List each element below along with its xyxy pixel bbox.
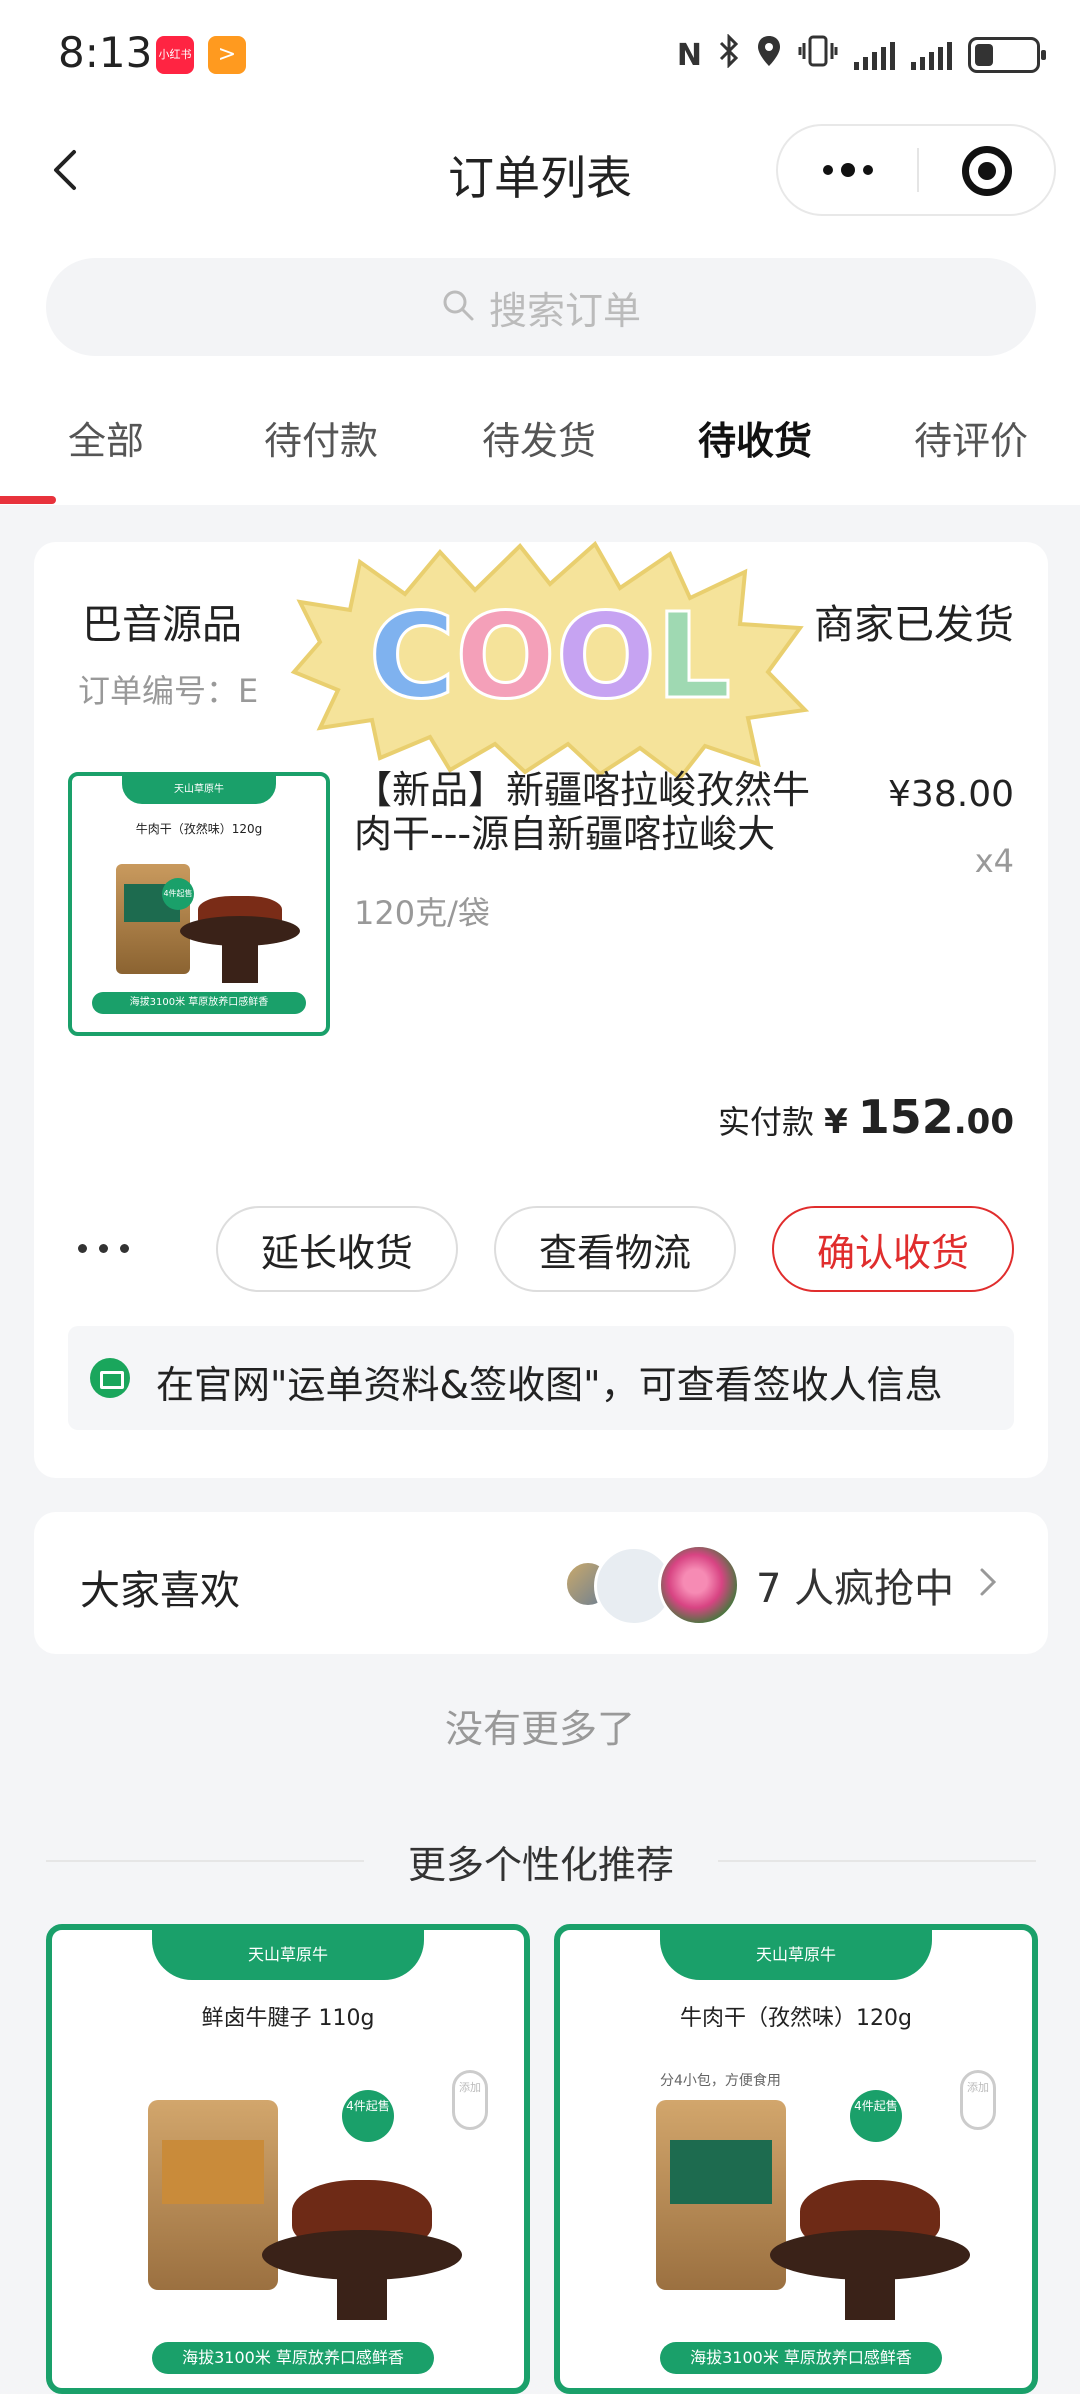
rec-bag — [656, 2100, 786, 2290]
paid-label: 实付款 — [718, 1103, 815, 1141]
rec-stand — [845, 2270, 895, 2320]
signal-icon-2 — [911, 40, 952, 70]
product-image[interactable]: 天山草原牛 牛肉干（孜然味）120g 4件起售 海拔3100米 草原放养口感鲜香 — [68, 772, 330, 1036]
rec-badge: 4件起售 — [850, 2090, 902, 2142]
search-icon — [441, 288, 475, 326]
sticker-text: COOL — [369, 587, 731, 725]
status-bar: 8:13 小红书 > N — [0, 20, 1080, 90]
status-time: 8:13 — [58, 28, 153, 77]
thumb-title: 牛肉干（孜然味）120g — [135, 822, 263, 836]
xiaohongshu-icon: 小红书 — [156, 36, 194, 74]
app-notification-icon: > — [208, 36, 246, 74]
order-card[interactable]: 巴音源品 商家已发货 订单编号：E COOL 天山草原牛 牛肉干（孜然味）120… — [34, 540, 1048, 1478]
signal-icon — [854, 40, 895, 70]
rec-stand — [337, 2270, 387, 2320]
more-menu-icon[interactable] — [778, 126, 918, 214]
no-more-text: 没有更多了 — [444, 1707, 635, 1751]
recommend-card[interactable]: 天山草原牛 牛肉干（孜然味）120g 分4小包，方便食用 4件起售 添加 海拔3… — [554, 1924, 1038, 2394]
nfc-icon: N — [676, 37, 702, 73]
paid-integer: 152 — [857, 1090, 954, 1144]
rec-bag — [148, 2100, 278, 2290]
extend-receipt-button[interactable]: 延长收货 — [216, 1206, 458, 1292]
tab-pending-shipment[interactable]: 待发货 — [482, 410, 596, 465]
rec-brand: 天山草原牛 — [152, 1930, 424, 1980]
rec-title: 鲜卤牛腱子 110g — [201, 2006, 375, 2031]
order-status: 商家已发货 — [814, 602, 1014, 648]
sticker-letter: C — [369, 587, 456, 725]
paid-amount: 实付款 ¥ 152 .00 — [718, 1090, 1014, 1144]
thumb-badge: 4件起售 — [162, 878, 194, 910]
search-placeholder: 搜索订单 — [488, 288, 641, 333]
product-price: ¥38.00 — [888, 774, 1014, 815]
bluetooth-icon — [718, 33, 740, 76]
product-name[interactable]: 【新品】新疆喀拉峻孜然牛肉干---源自新疆喀拉峻大 — [354, 768, 844, 856]
rec-subtitle: 分4小包，方便食用 — [660, 2073, 781, 2089]
tab-pending-receipt[interactable]: 待收货 — [698, 410, 812, 465]
rec-title: 牛肉干（孜然味）120g — [680, 2006, 912, 2031]
rec-tag: 添加 — [960, 2070, 996, 2130]
sticker-letter: O — [556, 587, 656, 725]
rec-tag: 添加 — [452, 2070, 488, 2130]
chevron-right-icon — [970, 1564, 1006, 1600]
tab-pending-payment[interactable]: 待付款 — [264, 410, 378, 465]
everyone-likes-card[interactable]: 大家喜欢 7 人疯抢中 — [34, 1512, 1048, 1654]
product-spec: 120克/袋 — [354, 894, 490, 932]
nav-bar: 订单列表 — [0, 120, 1080, 220]
rec-badge: 4件起售 — [342, 2090, 394, 2142]
delivery-tip[interactable]: 在官网"运单资料&签收图"，可查看签收人信息 — [68, 1326, 1014, 1430]
search-input[interactable]: 搜索订单 — [46, 258, 1036, 356]
status-icons: N — [676, 30, 1046, 80]
thumb-stand — [222, 941, 258, 983]
delivery-truck-icon — [90, 1358, 130, 1398]
paid-currency: ¥ — [824, 1102, 848, 1142]
sticker-letter: O — [455, 587, 555, 725]
close-miniprogram-icon[interactable] — [962, 146, 1012, 196]
rec-brand: 天山草原牛 — [660, 1930, 932, 1980]
paid-decimal: .00 — [953, 1102, 1014, 1142]
miniprogram-capsule — [776, 124, 1056, 216]
product-quantity: x4 — [974, 842, 1014, 880]
capsule-divider — [917, 148, 919, 192]
avatar — [658, 1544, 740, 1626]
delivery-tip-text: 在官网"运单资料&签收图"，可查看签收人信息 — [156, 1363, 943, 1407]
recommend-card[interactable]: 天山草原牛 鲜卤牛腱子 110g 4件起售 添加 海拔3100米 草原放养口感鲜… — [46, 1924, 530, 2394]
header-area: 8:13 小红书 > N 订单列表 搜索订单 全部 待付款 待发货 待收货 待评… — [0, 0, 1080, 505]
thumb-footer: 海拔3100米 草原放养口感鲜香 — [92, 992, 306, 1014]
tab-pending-review[interactable]: 待评价 — [914, 410, 1028, 465]
divider-line — [718, 1860, 1036, 1862]
order-number: 订单编号：E — [78, 672, 259, 710]
rec-footer: 海拔3100米 草原放养口感鲜香 — [152, 2342, 434, 2374]
recommend-header: 更多个性化推荐 — [46, 1834, 1036, 1887]
confirm-receipt-button[interactable]: 确认收货 — [772, 1206, 1014, 1292]
thumb-brand: 天山草原牛 — [122, 776, 276, 804]
buyer-avatars — [534, 1542, 744, 1626]
tab-indicator — [0, 496, 56, 504]
cool-sticker: COOL — [290, 540, 810, 781]
rec-footer: 海拔3100米 草原放养口感鲜香 — [660, 2342, 942, 2374]
vibrate-icon — [798, 34, 838, 76]
buyers-count: 7 人疯抢中 — [756, 1566, 955, 1612]
everyone-likes-title: 大家喜欢 — [80, 1568, 240, 1614]
order-tabs: 全部 待付款 待发货 待收货 待评价 — [0, 410, 1080, 490]
sticker-letter: L — [656, 587, 731, 725]
more-actions-icon[interactable] — [78, 1244, 129, 1253]
battery-icon — [968, 37, 1046, 73]
view-logistics-button[interactable]: 查看物流 — [494, 1206, 736, 1292]
shop-name[interactable]: 巴音源品 — [82, 592, 242, 650]
location-icon — [756, 34, 782, 76]
tab-all[interactable]: 全部 — [68, 410, 144, 465]
